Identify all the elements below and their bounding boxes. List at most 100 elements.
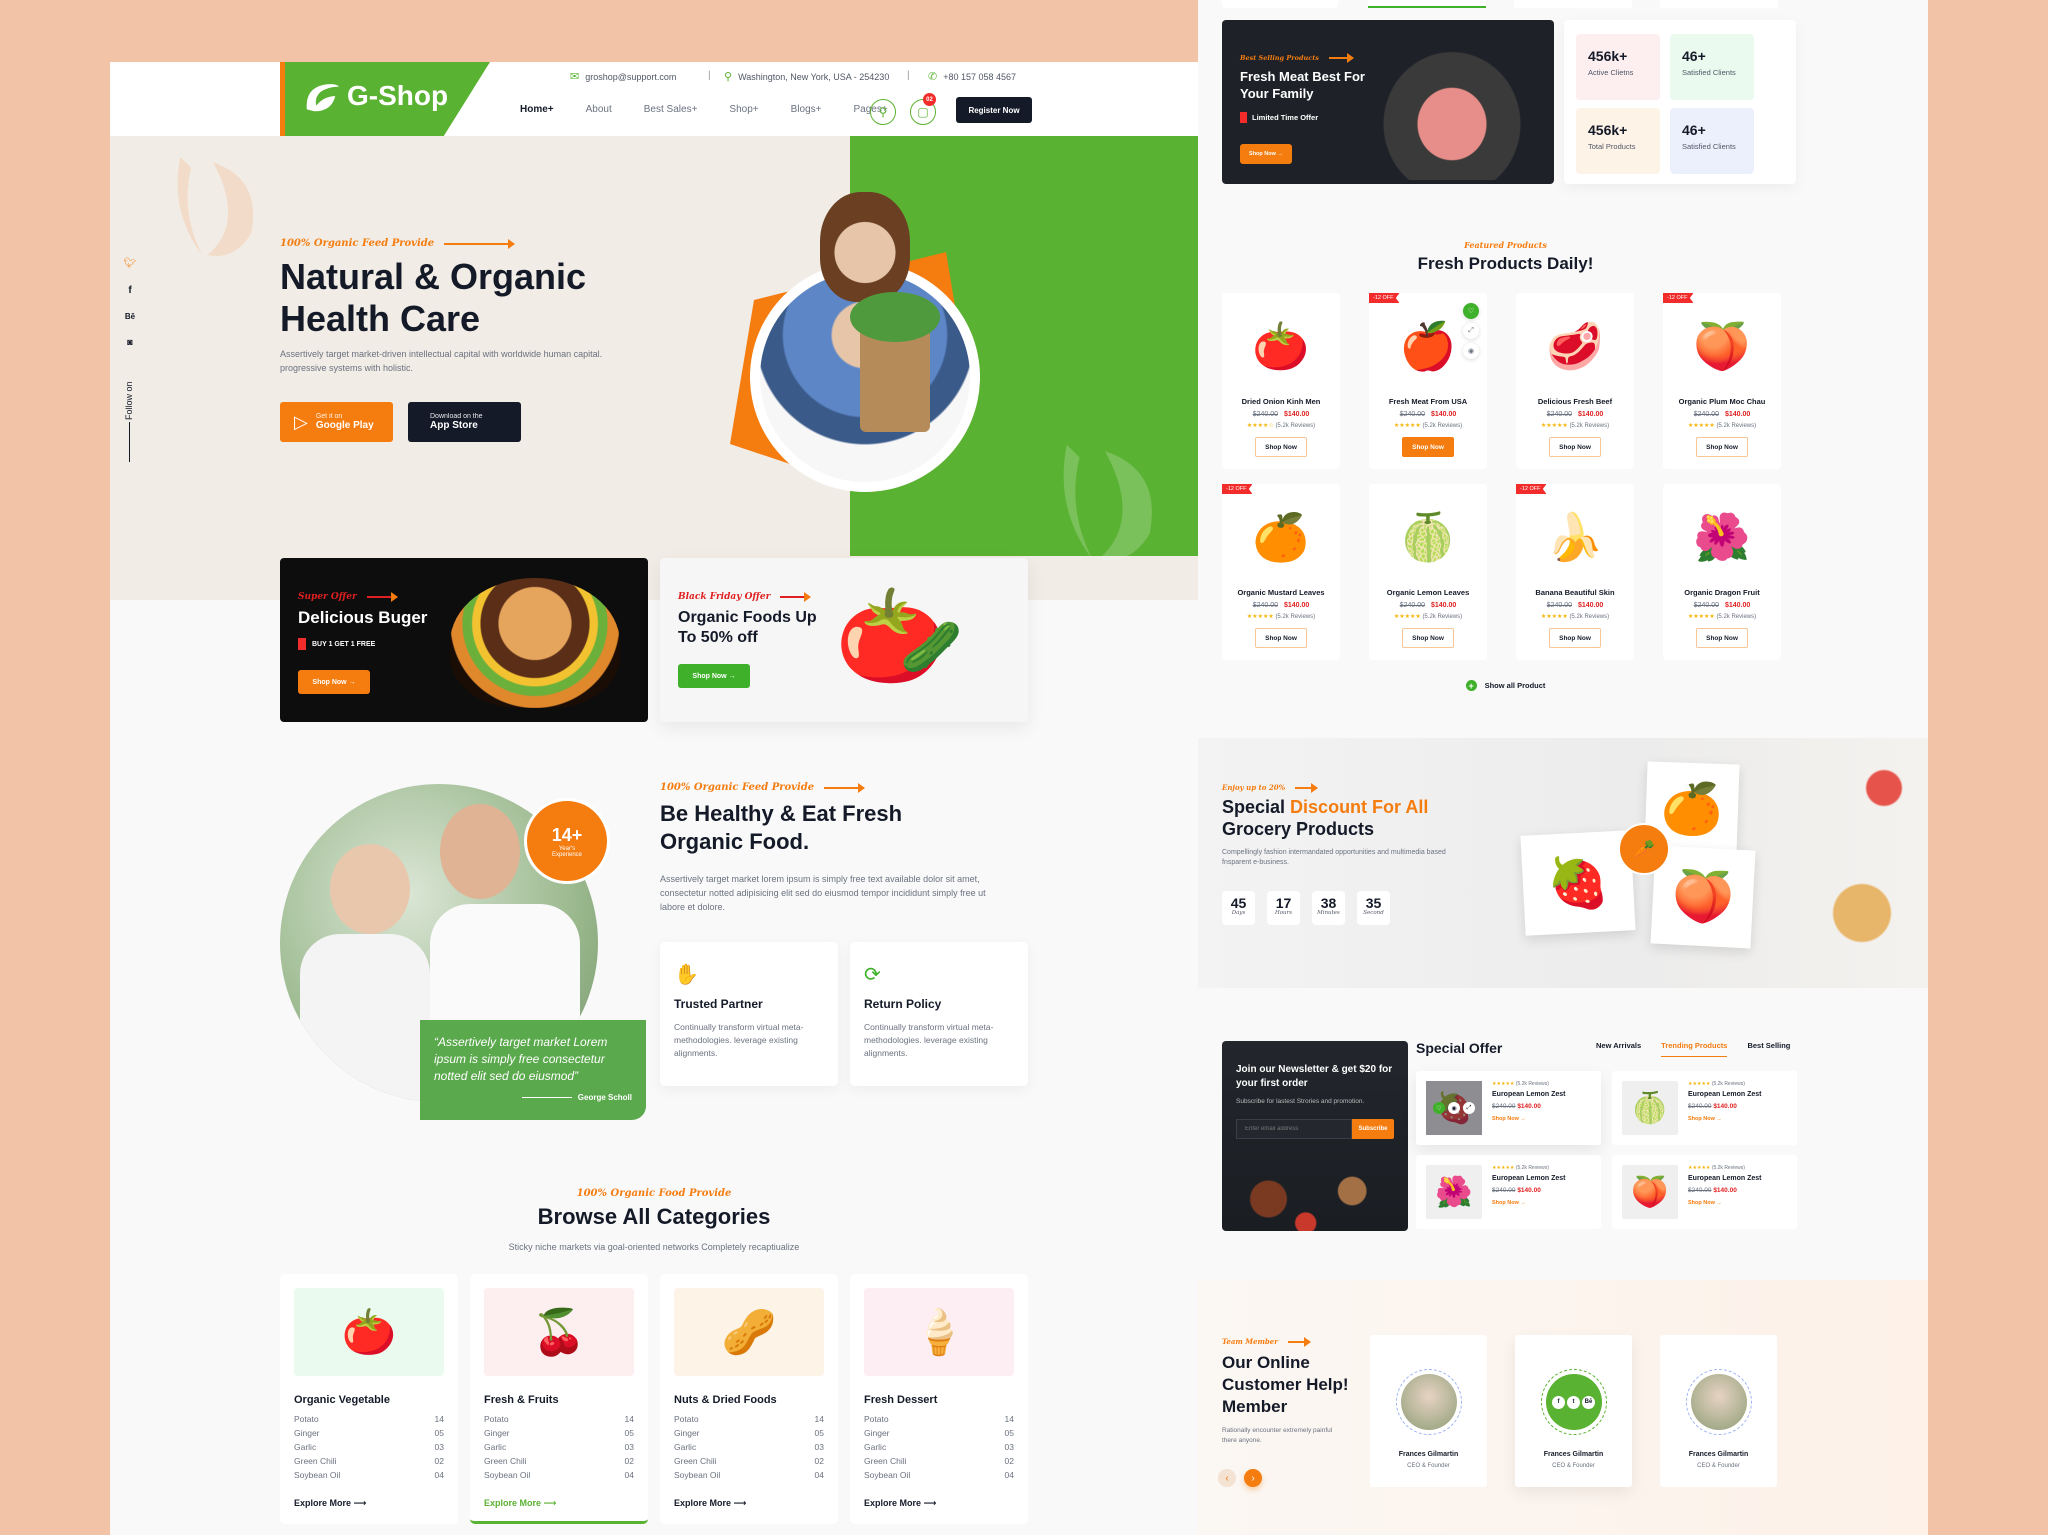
twitter-icon[interactable]: t <box>1567 1395 1580 1409</box>
shop-now-button[interactable]: Shop Now <box>1255 437 1307 457</box>
category-row-count: 02 <box>1004 1456 1014 1466</box>
register-button[interactable]: Register Now <box>956 97 1032 123</box>
facebook-icon[interactable]: f <box>1552 1395 1565 1409</box>
subscribe-button[interactable]: Subscribe <box>1352 1119 1394 1139</box>
product-card[interactable]: 🌺 Organic Dragon Fruit $240.00 $140.00 ★★… <box>1663 484 1781 660</box>
quick-view-eye-icon[interactable]: ◉ <box>1463 343 1479 359</box>
shop-now-link[interactable]: Shop Now → <box>1492 1200 1566 1206</box>
app-store-button[interactable]: Download on the App Store <box>408 402 521 442</box>
nav-home[interactable]: Home+ <box>520 104 554 115</box>
testimonial-quote: “Assertively target market Lorem ipsum i… <box>420 1020 646 1120</box>
arrow-icon <box>1328 53 1354 63</box>
google-play-small: Get it on <box>315 413 343 420</box>
meat-badge-text: Limited Time Offer <box>1252 113 1319 122</box>
prev-button[interactable]: ‹ <box>1218 1469 1236 1487</box>
shop-now-button[interactable]: Shop Now <box>1402 628 1454 648</box>
category-image: 🥜 <box>674 1288 824 1376</box>
shop-now-link[interactable]: Shop Now → <box>1688 1200 1762 1206</box>
search-button[interactable]: ⚲ <box>870 99 896 125</box>
stat-label: Satisfied Clients <box>1682 142 1736 151</box>
category-card[interactable]: 🥜 Nuts & Dried Foods Potato 14 Ginger 05 Gar… <box>660 1274 838 1524</box>
shop-now-button[interactable]: Shop Now <box>1549 437 1601 457</box>
special-offer-item[interactable]: 🍈 ★★★★★ (5.2k Reviews) European Lemon Ze… <box>1612 1071 1797 1145</box>
facebook-icon[interactable]: f <box>128 285 131 296</box>
category-image: 🍅 <box>294 1288 444 1376</box>
product-card[interactable]: -12 OFF 🍑 Organic Plum Moc Chau $240.00 $1… <box>1663 293 1781 469</box>
special-offer-price: $240.00 $140.00 <box>1688 1187 1762 1194</box>
compare-icon[interactable]: ⤢ <box>1463 1102 1475 1114</box>
explore-more-link[interactable]: Explore More ⟶ <box>674 1498 824 1509</box>
quick-view-eye-icon[interactable]: ◉ <box>1448 1102 1460 1114</box>
category-card[interactable]: 🍅 Organic Vegetable Potato 14 Ginger 05 Garl… <box>280 1274 458 1524</box>
team-member-card[interactable]: f t Bē Frances Gilmartin CEO & Founder <box>1515 1335 1632 1487</box>
google-play-button[interactable]: ▷ Get it on Google Play <box>280 402 393 442</box>
shop-now-button[interactable]: Shop Now → <box>678 664 750 688</box>
compare-icon[interactable]: ⤢ <box>1463 323 1479 339</box>
behance-icon[interactable]: Bē <box>125 312 135 321</box>
product-card[interactable]: -12 OFF ♡ ⤢ ◉ 🍎 Fresh Meat From USA $240.00 $… <box>1369 293 1487 469</box>
product-name: Fresh Meat From USA <box>1388 397 1468 406</box>
header-email[interactable]: ✉ groshop@support.com <box>570 70 676 83</box>
countdown-value: 17 <box>1275 895 1292 911</box>
product-card[interactable]: -12 OFF 🍊 Organic Mustard Leaves $240.00 $… <box>1222 484 1340 660</box>
nav-blogs[interactable]: Blogs+ <box>791 104 822 115</box>
logo-leaf-icon <box>306 84 340 112</box>
categories-tagline: 100% Organic Food Provide <box>576 1188 732 1199</box>
category-card[interactable]: 🍦 Fresh Dessert Potato 14 Ginger 05 Garlic 03… <box>850 1274 1028 1524</box>
tab-trending-products[interactable]: Trending Products <box>1661 1041 1728 1057</box>
explore-more-link[interactable]: Explore More ⟶ <box>484 1498 634 1509</box>
category-row-label: Soybean Oil <box>864 1470 911 1480</box>
twitter-icon[interactable]: 🐦︎ <box>124 258 137 269</box>
shop-now-button[interactable]: Shop Now <box>1696 437 1748 457</box>
behance-icon[interactable]: Bē <box>1582 1395 1595 1409</box>
category-row: Garlic 03 <box>864 1442 1014 1452</box>
nav-about[interactable]: About <box>586 104 612 115</box>
header-phone[interactable]: ✆ +80 157 058 4567 <box>928 70 1016 83</box>
show-all-products-link[interactable]: + Show all Product <box>1198 680 1813 691</box>
arrow-icon <box>1287 1337 1311 1347</box>
product-card[interactable]: 🥩 Delicious Fresh Beef $240.00 $140.00 ★★… <box>1516 293 1634 469</box>
handshake-gloves-icon: ✋ <box>674 964 699 986</box>
explore-more-link[interactable]: Explore More ⟶ <box>294 1498 444 1509</box>
shop-now-link[interactable]: Shop Now → <box>1492 1116 1566 1122</box>
special-offer-item[interactable]: 🌺 ★★★★★ (5.2k Reviews) European Lemon Ze… <box>1416 1155 1601 1229</box>
nav-best-sales[interactable]: Best Sales+ <box>644 104 698 115</box>
product-card[interactable]: -12 OFF 🍌 Banana Beautiful Skin $240.00 $1… <box>1516 484 1634 660</box>
category-row: Garlic 03 <box>294 1442 444 1452</box>
tab-new-arrivals[interactable]: New Arrivals <box>1596 1041 1641 1057</box>
shop-now-button[interactable]: Shop Now <box>1255 628 1307 648</box>
shop-now-button[interactable]: Shop Now <box>1696 628 1748 648</box>
star-rating-icon: ★★★★★ <box>1393 423 1421 429</box>
countdown-label: Minutes <box>1317 910 1340 916</box>
woman-head <box>820 192 910 302</box>
shop-now-button[interactable]: Shop Now <box>1402 437 1454 457</box>
shop-now-button[interactable]: Shop Now → <box>298 670 370 694</box>
review-count: (5.2k Reviews) <box>1515 1165 1549 1171</box>
shop-now-button[interactable]: Shop Now <box>1549 628 1601 648</box>
discord-icon[interactable]: ◙ <box>127 337 132 347</box>
category-row-count: 03 <box>624 1442 634 1452</box>
category-row: Ginger 05 <box>674 1428 824 1438</box>
member-name: Frances Gilmartin <box>1543 1451 1604 1458</box>
email-input[interactable] <box>1236 1119 1352 1139</box>
product-rating: ★★★★★ (5.2k Reviews) <box>1369 613 1487 620</box>
special-offer-item[interactable]: 🍓♡◉⤢ ★★★★★ (5.2k Reviews) European Lemon… <box>1416 1071 1601 1145</box>
discount-tagline-text: Enjoy up to 20% <box>1222 783 1286 792</box>
special-offer-item[interactable]: 🍑 ★★★★★ (5.2k Reviews) European Lemon Ze… <box>1612 1155 1797 1229</box>
next-button[interactable]: › <box>1244 1469 1262 1487</box>
wishlist-heart-icon[interactable]: ♡ <box>1433 1102 1445 1114</box>
team-member-card[interactable]: Frances Gilmartin CEO & Founder <box>1660 1335 1777 1487</box>
tab-best-selling[interactable]: Best Selling <box>1747 1041 1790 1057</box>
wishlist-heart-icon[interactable]: ♡ <box>1463 303 1479 319</box>
category-row-count: 02 <box>624 1456 634 1466</box>
category-card[interactable]: 🍒 Fresh & Fruits Potato 14 Ginger 05 Garlic 0… <box>470 1274 648 1524</box>
product-rating: ★★★★★ (5.2k Reviews) <box>1516 613 1634 620</box>
countdown-hours: 17 Hours <box>1267 891 1300 925</box>
nav-shop[interactable]: Shop+ <box>729 104 758 115</box>
explore-more-link[interactable]: Explore More ⟶ <box>864 1498 1014 1509</box>
product-card[interactable]: 🍅 Dried Onion Kinh Men $240.00 $140.00 ★★… <box>1222 293 1340 469</box>
shop-now-link[interactable]: Shop Now → <box>1688 1116 1762 1122</box>
shop-now-button[interactable]: Shop Now → <box>1240 144 1292 164</box>
team-member-card[interactable]: Frances Gilmartin CEO & Founder <box>1370 1335 1487 1487</box>
product-card[interactable]: 🍈 Organic Lemon Leaves $240.00 $140.00 ★★… <box>1369 484 1487 660</box>
